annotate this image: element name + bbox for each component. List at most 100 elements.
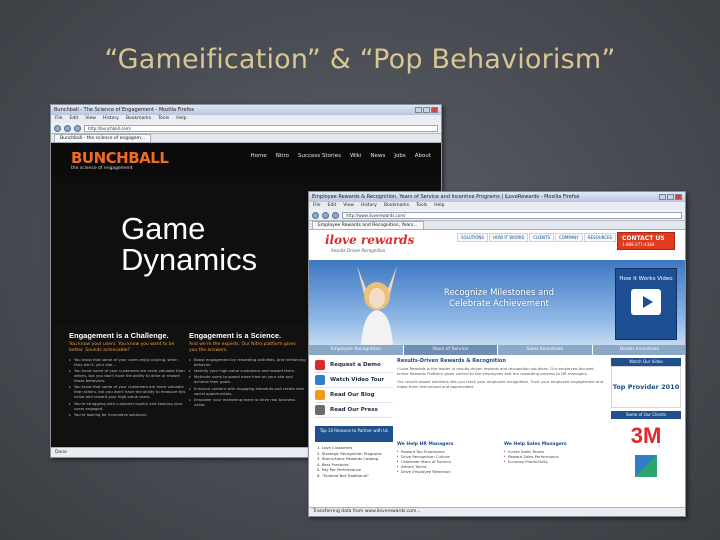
title-bar: Employee Rewards & Recognition, Years of… <box>309 192 685 202</box>
nav-resources[interactable]: RESOURCES <box>583 233 617 242</box>
nav-how-it-works[interactable]: HOW IT WORKS <box>488 233 529 242</box>
nav-company[interactable]: COMPANY <box>554 233 583 242</box>
tab-years-of-service[interactable]: Years of Service <box>403 345 498 355</box>
minimize-button[interactable] <box>415 107 422 113</box>
col1-bullets: You know that some of your users enjoy p… <box>69 357 187 418</box>
close-button[interactable] <box>675 194 682 200</box>
nav-clients[interactable]: CLIENTS <box>529 233 554 242</box>
sidebar: Request a Demo Watch Video Tour Read Our… <box>315 358 393 418</box>
play-icon[interactable] <box>631 289 661 315</box>
window-controls <box>415 107 438 113</box>
title-bar: Bunchball - The Science of Engagement - … <box>51 105 441 115</box>
menu-history[interactable]: History <box>103 116 119 122</box>
tab-dealer-incentives[interactable]: Dealer Incentives <box>592 345 685 355</box>
menu-view[interactable]: View <box>343 203 354 209</box>
menu-view[interactable]: View <box>85 116 96 122</box>
nav-jobs[interactable]: Jobs <box>394 153 405 159</box>
tab-employee-recognition[interactable]: Employee Recognition <box>309 345 404 355</box>
sidebar-item-blog[interactable]: Read Our Blog <box>315 388 393 403</box>
menu-help[interactable]: Help <box>176 116 186 122</box>
list-item[interactable]: Drive Employee Retention <box>397 469 498 474</box>
col1-title: Engagement is a Challenge. <box>69 331 169 340</box>
forward-icon[interactable] <box>64 124 71 132</box>
tab-bar: Employee Rewards and Recognition, Years.… <box>309 221 685 230</box>
window-title: Employee Rewards & Recognition, Years of… <box>312 194 580 200</box>
bunchball-logo[interactable]: BUNCHBALL <box>71 149 169 167</box>
hero-heading: Game Dynamics <box>121 213 257 275</box>
tab-bar: Bunchball - the science of engagem... <box>51 134 441 143</box>
client-logo-3m: 3M <box>630 423 662 448</box>
menu-bookmarks[interactable]: Bookmarks <box>126 116 151 122</box>
hero-line-1: Game <box>121 211 206 246</box>
main-paragraph-2: Our results based solutions lets you tra… <box>397 379 604 389</box>
nav-about[interactable]: About <box>415 153 431 159</box>
column-heading: We Help HR Managers <box>397 442 454 447</box>
nav-solutions[interactable]: SOLUTIONS <box>457 233 488 242</box>
nav-nitro[interactable]: Nitro <box>276 153 289 159</box>
menu-bookmarks[interactable]: Bookmarks <box>384 203 409 209</box>
video-title: How It Works Video <box>619 276 673 282</box>
reload-icon[interactable] <box>74 124 81 132</box>
nav-wiki[interactable]: Wiki <box>350 153 362 159</box>
iloverewards-logo[interactable]: ilove rewards <box>325 233 414 247</box>
tab-bunchball[interactable]: Bunchball - the science of engagem... <box>54 134 152 142</box>
menu-file[interactable]: File <box>55 116 63 122</box>
list-item: Boost engagement by rewarding activities… <box>189 357 307 367</box>
list-item[interactable]: Increase Productivity <box>504 459 605 464</box>
menu-bar: File Edit View History Bookmarks Tools H… <box>51 115 441 123</box>
sales-managers-column: We Help Sales Managers Incent Sales Team… <box>504 442 605 474</box>
video-icon <box>315 375 325 385</box>
contact-us-button[interactable]: CONTACT US 1-888-277-4384 <box>617 232 675 250</box>
back-icon[interactable] <box>312 211 319 219</box>
close-button[interactable] <box>431 107 438 113</box>
sidebar-item-press[interactable]: Read Our Press <box>315 403 393 418</box>
minimize-button[interactable] <box>659 194 666 200</box>
list-item[interactable]: 6. "Tailored Not Traditional" <box>317 473 393 479</box>
menu-edit[interactable]: Edit <box>70 116 79 122</box>
status-bar: Transferring data from www.iloverewards.… <box>309 507 685 516</box>
menu-file[interactable]: File <box>313 203 321 209</box>
celebrating-woman-image <box>357 266 397 345</box>
maximize-button[interactable] <box>423 107 430 113</box>
phone-icon <box>315 360 325 370</box>
menu-history[interactable]: History <box>361 203 377 209</box>
sidebar-item-request-demo[interactable]: Request a Demo <box>315 358 393 373</box>
list-item: Empower your marketing team to drive rea… <box>189 397 307 407</box>
slide-title: “Gameification” & “Pop Behaviorism” <box>104 44 616 75</box>
sidebar-item-label: Watch Video Tour <box>330 377 385 383</box>
navigation-toolbar: http://www.iloverewards.com/ <box>309 210 685 221</box>
hr-managers-column: We Help HR Managers Reward Top Employees… <box>397 442 498 474</box>
rss-icon <box>315 390 325 400</box>
menu-edit[interactable]: Edit <box>328 203 337 209</box>
sidebar-item-video-tour[interactable]: Watch Video Tour <box>315 373 393 388</box>
sidebar-item-label: Request a Demo <box>330 362 381 368</box>
program-tabs: Employee Recognition Years of Service Sa… <box>309 345 685 355</box>
page-content-iloverewards: ilove rewards Results Driven Recognition… <box>309 230 685 509</box>
reload-icon[interactable] <box>332 211 339 219</box>
address-bar[interactable]: http://bunchball.com/ <box>84 124 438 132</box>
nav-home[interactable]: Home <box>250 153 266 159</box>
address-bar[interactable]: http://www.iloverewards.com/ <box>342 211 682 219</box>
top-reasons-banner[interactable]: Top 10 Reasons to Partner with Us <box>315 426 393 442</box>
menu-bar: File Edit View History Bookmarks Tools H… <box>309 202 685 210</box>
tab-iloverewards[interactable]: Employee Rewards and Recognition, Years.… <box>312 221 424 229</box>
menu-tools[interactable]: Tools <box>158 116 169 122</box>
column-heading: We Help Sales Managers <box>504 442 567 447</box>
menu-help[interactable]: Help <box>434 203 444 209</box>
bunchball-tagline: the science of engagement <box>71 166 133 171</box>
hero-text: Recognize Milestones and Celebrate Achie… <box>443 288 555 309</box>
forward-icon[interactable] <box>322 211 329 219</box>
tab-sales-incentives[interactable]: Sales Incentives <box>498 345 593 355</box>
col2-subtitle: And we're the experts. Our Nitro platfor… <box>189 342 296 353</box>
video-promo[interactable]: How It Works Video <box>615 268 677 340</box>
award-badge[interactable]: Top Provider 2010 <box>611 366 681 408</box>
nav-success-stories[interactable]: Success Stories <box>298 153 341 159</box>
maximize-button[interactable] <box>667 194 674 200</box>
list-item: You're looking for innovative solutions. <box>69 412 187 417</box>
sidebar-item-label: Read Our Blog <box>330 392 375 398</box>
back-icon[interactable] <box>54 124 61 132</box>
window-title: Bunchball - The Science of Engagement - … <box>54 107 195 113</box>
nav-news[interactable]: News <box>371 153 386 159</box>
menu-tools[interactable]: Tools <box>416 203 427 209</box>
site-nav: SOLUTIONS HOW IT WORKS CLIENTS COMPANY R… <box>457 233 617 242</box>
